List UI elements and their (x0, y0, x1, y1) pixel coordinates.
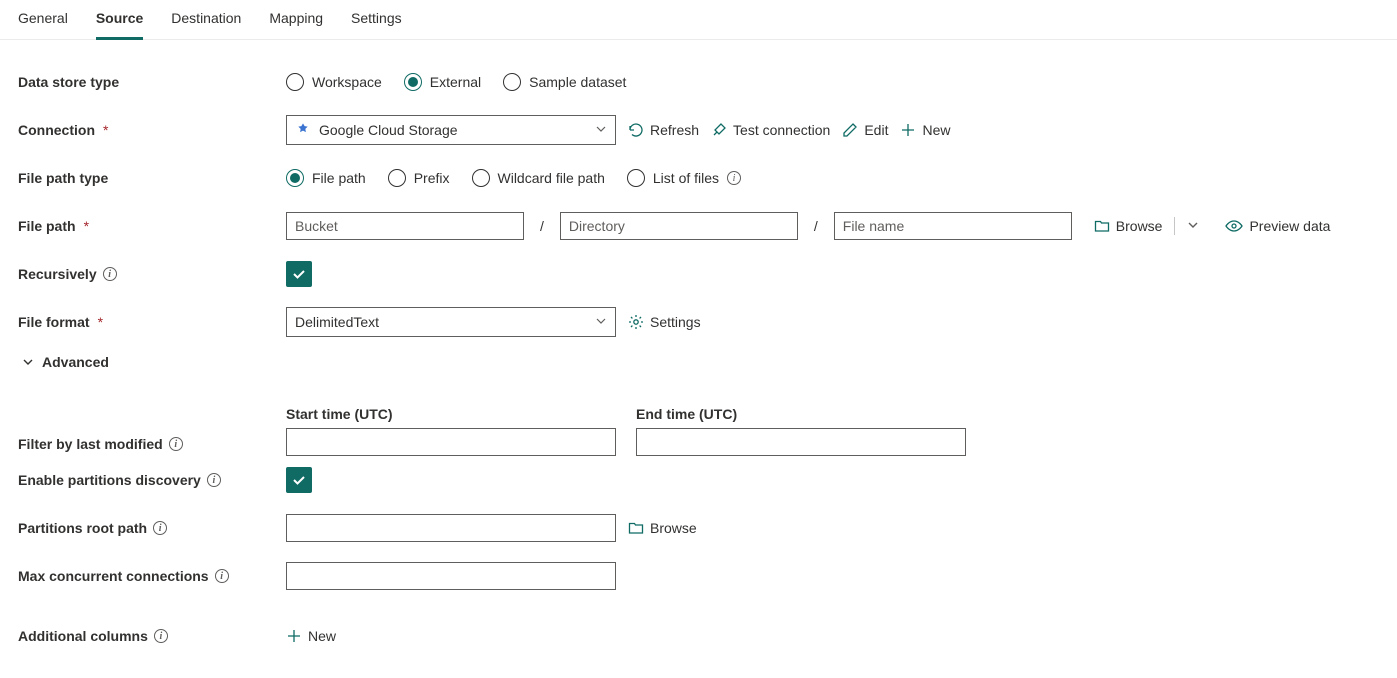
label-file-format: File format* (18, 314, 286, 330)
radio-file-path[interactable]: File path (286, 169, 366, 187)
tab-general[interactable]: General (18, 0, 68, 40)
radio-list-of-files[interactable]: List of files i (627, 169, 741, 187)
separator (1174, 217, 1175, 235)
browse-label: Browse (1116, 218, 1163, 234)
label-file-path-type: File path type (18, 170, 286, 186)
new-column-label: New (308, 628, 336, 644)
connection-value: Google Cloud Storage (319, 122, 458, 138)
label-recursively: Recursively i (18, 266, 286, 282)
end-time-input[interactable] (636, 428, 966, 456)
browse-chevron-icon[interactable] (1187, 218, 1199, 234)
radio-wildcard[interactable]: Wildcard file path (472, 169, 605, 187)
tab-destination[interactable]: Destination (171, 0, 241, 40)
chevron-down-icon (595, 122, 607, 138)
preview-data-button[interactable]: Preview data (1225, 218, 1330, 234)
test-connection-button[interactable]: Test connection (711, 122, 830, 138)
source-form: Data store type Workspace External Sampl… (0, 40, 1397, 678)
info-icon[interactable]: i (154, 629, 168, 643)
tab-bar: General Source Destination Mapping Setti… (0, 0, 1397, 40)
partitions-browse-label: Browse (650, 520, 697, 536)
radio-external[interactable]: External (404, 73, 481, 91)
radio-file-path-label: File path (312, 170, 366, 186)
browse-button[interactable]: Browse (1094, 218, 1163, 234)
tab-source[interactable]: Source (96, 0, 143, 40)
chevron-down-icon (22, 356, 34, 368)
info-icon[interactable]: i (103, 267, 117, 281)
file-format-value: DelimitedText (295, 314, 379, 330)
start-time-label: Start time (UTC) (286, 406, 616, 422)
directory-input[interactable] (560, 212, 798, 240)
partitions-root-path-input[interactable] (286, 514, 616, 542)
max-concurrent-connections-input[interactable] (286, 562, 616, 590)
label-file-path: File path* (18, 218, 286, 234)
label-enable-partitions-discovery: Enable partitions discovery i (18, 472, 286, 488)
radio-workspace[interactable]: Workspace (286, 73, 382, 91)
tab-settings[interactable]: Settings (351, 0, 402, 40)
end-time-label: End time (UTC) (636, 406, 966, 422)
start-time-input[interactable] (286, 428, 616, 456)
radio-external-label: External (430, 74, 481, 90)
file-format-dropdown[interactable]: DelimitedText (286, 307, 616, 337)
tab-mapping[interactable]: Mapping (269, 0, 323, 40)
path-separator: / (536, 218, 548, 234)
edit-label: Edit (864, 122, 888, 138)
refresh-button[interactable]: Refresh (628, 122, 699, 138)
radio-wildcard-label: Wildcard file path (498, 170, 605, 186)
new-connection-button[interactable]: New (900, 122, 950, 138)
info-icon[interactable]: i (727, 171, 741, 185)
partitions-browse-button[interactable]: Browse (628, 520, 697, 536)
label-max-concurrent-connections: Max concurrent connections i (18, 568, 286, 584)
test-connection-label: Test connection (733, 122, 830, 138)
label-filter-by-last-modified: Filter by last modified i (18, 436, 286, 456)
data-store-type-group: Workspace External Sample dataset (286, 73, 626, 91)
info-icon[interactable]: i (207, 473, 221, 487)
filename-input[interactable] (834, 212, 1072, 240)
info-icon[interactable]: i (215, 569, 229, 583)
advanced-label: Advanced (42, 354, 109, 370)
bucket-input[interactable] (286, 212, 524, 240)
format-settings-button[interactable]: Settings (628, 314, 701, 330)
enable-partitions-checkbox[interactable] (286, 467, 312, 493)
new-column-button[interactable]: New (286, 628, 336, 644)
radio-workspace-label: Workspace (312, 74, 382, 90)
radio-sample-dataset[interactable]: Sample dataset (503, 73, 626, 91)
radio-prefix-label: Prefix (414, 170, 450, 186)
radio-list-of-files-label: List of files (653, 170, 719, 186)
advanced-toggle[interactable]: Advanced (22, 346, 1379, 386)
new-connection-label: New (922, 122, 950, 138)
format-settings-label: Settings (650, 314, 701, 330)
info-icon[interactable]: i (153, 521, 167, 535)
info-icon[interactable]: i (169, 437, 183, 451)
edit-button[interactable]: Edit (842, 122, 888, 138)
refresh-label: Refresh (650, 122, 699, 138)
radio-sample-label: Sample dataset (529, 74, 626, 90)
label-data-store-type: Data store type (18, 74, 286, 90)
label-connection: Connection* (18, 122, 286, 138)
preview-data-label: Preview data (1249, 218, 1330, 234)
radio-prefix[interactable]: Prefix (388, 169, 450, 187)
label-additional-columns: Additional columns i (18, 628, 286, 644)
file-path-type-group: File path Prefix Wildcard file path List… (286, 169, 741, 187)
chevron-down-icon (595, 314, 607, 330)
label-partitions-root-path: Partitions root path i (18, 520, 286, 536)
gcs-icon (295, 122, 311, 138)
recursively-checkbox[interactable] (286, 261, 312, 287)
path-separator: / (810, 218, 822, 234)
connection-dropdown[interactable]: Google Cloud Storage (286, 115, 616, 145)
